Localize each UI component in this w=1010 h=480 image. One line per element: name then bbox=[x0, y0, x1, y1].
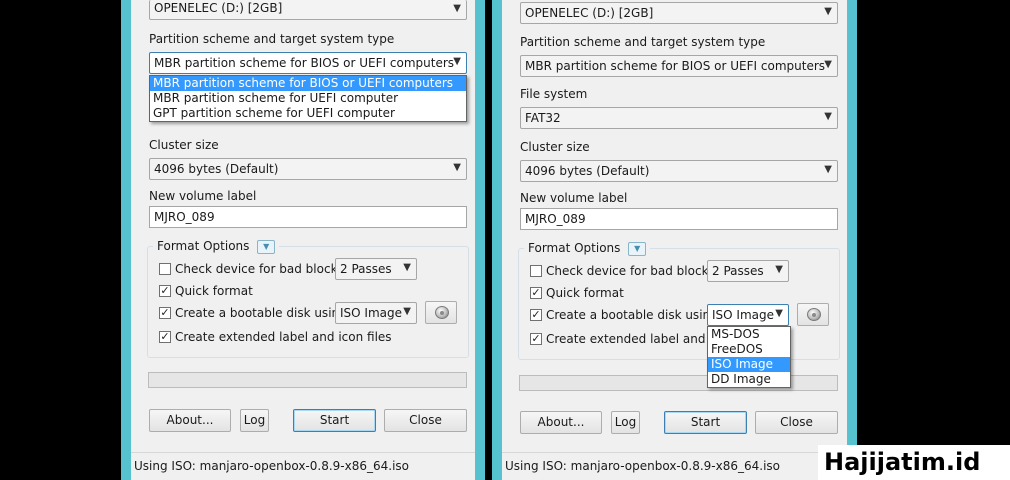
image-type-option[interactable]: MS-DOS bbox=[708, 327, 790, 342]
passes-value: 2 Passes bbox=[340, 262, 392, 276]
expand-toggle-icon[interactable]: ▼ bbox=[257, 239, 276, 254]
cluster-size-value: 4096 bytes (Default) bbox=[525, 164, 650, 178]
chevron-down-icon: ▼ bbox=[824, 111, 832, 122]
passes-select[interactable]: 2 Passes ▼ bbox=[335, 258, 417, 280]
partition-scheme-dropdown: MBR partition scheme for BIOS or UEFI co… bbox=[149, 75, 467, 122]
extended-label-label: Create extended label and icon files bbox=[175, 330, 392, 344]
select-image-button[interactable] bbox=[425, 301, 457, 324]
partition-scheme-select[interactable]: MBR partition scheme for BIOS or UEFI co… bbox=[149, 52, 467, 74]
chevron-down-icon: ▼ bbox=[824, 164, 832, 175]
cluster-size-select[interactable]: 4096 bytes (Default) ▼ bbox=[520, 160, 838, 182]
chevron-down-icon: ▼ bbox=[453, 56, 461, 67]
bad-blocks-checkbox[interactable] bbox=[530, 265, 542, 277]
device-select[interactable]: OPENELEC (D:) [2GB] ▼ bbox=[149, 0, 467, 20]
partition-scheme-value: MBR partition scheme for BIOS or UEFI co… bbox=[525, 59, 826, 73]
rufus-window-right: OPENELEC (D:) [2GB] ▼ Partition scheme a… bbox=[492, 0, 857, 480]
format-options-title: Format Options ▼ bbox=[153, 239, 280, 254]
partition-option[interactable]: GPT partition scheme for UEFI computer bbox=[150, 106, 466, 121]
partition-option[interactable]: MBR partition scheme for BIOS or UEFI co… bbox=[150, 76, 466, 91]
chevron-down-icon: ▼ bbox=[453, 3, 461, 14]
dialog-client-left: OPENELEC (D:) [2GB] ▼ Partition scheme a… bbox=[131, 0, 475, 480]
volume-label-input[interactable]: MJRO_089 bbox=[520, 208, 838, 230]
start-button[interactable]: Start bbox=[664, 411, 747, 434]
disk-icon bbox=[435, 306, 449, 319]
chevron-down-icon: ▼ bbox=[775, 264, 783, 275]
passes-select[interactable]: 2 Passes ▼ bbox=[707, 260, 789, 282]
cluster-size-label: Cluster size bbox=[149, 138, 219, 152]
quick-format-checkbox[interactable]: ✓ bbox=[159, 285, 171, 297]
file-system-value: FAT32 bbox=[525, 111, 561, 125]
image-type-select[interactable]: ISO Image ▼ bbox=[335, 302, 417, 324]
partition-scheme-label: Partition scheme and target system type bbox=[520, 35, 766, 49]
status-text: Using ISO: manjaro-openbox-0.8.9-x86_64.… bbox=[134, 459, 409, 473]
about-button[interactable]: About... bbox=[520, 411, 602, 434]
cluster-size-select[interactable]: 4096 bytes (Default) ▼ bbox=[149, 158, 467, 180]
close-button[interactable]: Close bbox=[384, 409, 467, 432]
device-select-value: OPENELEC (D:) [2GB] bbox=[525, 6, 654, 20]
device-select[interactable]: OPENELEC (D:) [2GB] ▼ bbox=[520, 2, 838, 24]
passes-value: 2 Passes bbox=[712, 264, 764, 278]
close-button[interactable]: Close bbox=[755, 411, 838, 434]
cluster-size-value: 4096 bytes (Default) bbox=[154, 162, 279, 176]
dialog-client-right: OPENELEC (D:) [2GB] ▼ Partition scheme a… bbox=[502, 0, 847, 480]
log-button[interactable]: Log bbox=[611, 411, 640, 434]
chevron-down-icon: ▼ bbox=[824, 6, 832, 17]
select-image-button[interactable] bbox=[797, 303, 829, 326]
about-button[interactable]: About... bbox=[149, 409, 231, 432]
watermark: Hajijatim.id bbox=[818, 445, 1010, 480]
bootable-checkbox[interactable]: ✓ bbox=[159, 307, 171, 319]
volume-label-label: New volume label bbox=[149, 189, 257, 203]
file-system-label: File system bbox=[520, 87, 588, 101]
bootable-checkbox[interactable]: ✓ bbox=[530, 309, 542, 321]
image-type-option[interactable]: FreeDOS bbox=[708, 342, 790, 357]
volume-label-label: New volume label bbox=[520, 191, 628, 205]
image-type-select[interactable]: ISO Image ▼ bbox=[707, 304, 789, 326]
partition-scheme-label: Partition scheme and target system type bbox=[149, 32, 395, 46]
partition-scheme-select[interactable]: MBR partition scheme for BIOS or UEFI co… bbox=[520, 55, 838, 77]
volume-label-input[interactable]: MJRO_089 bbox=[149, 206, 467, 228]
bad-blocks-label: Check device for bad blocks bbox=[546, 264, 715, 278]
image-type-value: ISO Image bbox=[340, 306, 402, 320]
bad-blocks-label: Check device for bad blocks bbox=[175, 262, 344, 276]
quick-format-label: Quick format bbox=[546, 286, 624, 300]
chevron-down-icon: ▼ bbox=[403, 306, 411, 317]
image-type-option[interactable]: ISO Image bbox=[708, 357, 790, 372]
status-text: Using ISO: manjaro-openbox-0.8.9-x86_64.… bbox=[505, 459, 780, 473]
chevron-down-icon: ▼ bbox=[824, 59, 832, 70]
extended-label-label: Create extended label and ico bbox=[546, 332, 727, 346]
partition-scheme-value: MBR partition scheme for BIOS or UEFI co… bbox=[154, 56, 455, 70]
extended-label-checkbox[interactable]: ✓ bbox=[530, 333, 542, 345]
quick-format-checkbox[interactable]: ✓ bbox=[530, 287, 542, 299]
image-type-value: ISO Image bbox=[712, 308, 774, 322]
status-bar: Using ISO: manjaro-openbox-0.8.9-x86_64.… bbox=[131, 452, 475, 480]
extended-label-checkbox[interactable]: ✓ bbox=[159, 331, 171, 343]
image-type-dropdown: MS-DOS FreeDOS ISO Image DD Image bbox=[707, 326, 791, 388]
bootable-label: Create a bootable disk using bbox=[175, 306, 347, 320]
format-options-title: Format Options ▼ bbox=[524, 241, 651, 256]
status-bar: Using ISO: manjaro-openbox-0.8.9-x86_64.… bbox=[502, 452, 847, 480]
file-system-select[interactable]: FAT32 ▼ bbox=[520, 107, 838, 129]
chevron-down-icon: ▼ bbox=[453, 162, 461, 173]
log-button[interactable]: Log bbox=[240, 409, 269, 432]
quick-format-label: Quick format bbox=[175, 284, 253, 298]
device-select-value: OPENELEC (D:) [2GB] bbox=[154, 1, 283, 15]
format-options-label: Format Options bbox=[528, 241, 621, 255]
chevron-down-icon: ▼ bbox=[403, 262, 411, 273]
bootable-label: Create a bootable disk using bbox=[546, 308, 718, 322]
format-options-label: Format Options bbox=[157, 239, 250, 253]
chevron-down-icon: ▼ bbox=[775, 308, 783, 319]
rufus-window-left: OPENELEC (D:) [2GB] ▼ Partition scheme a… bbox=[121, 0, 485, 480]
start-button[interactable]: Start bbox=[293, 409, 376, 432]
image-type-option[interactable]: DD Image bbox=[708, 372, 790, 387]
disk-icon bbox=[807, 308, 821, 321]
partition-option[interactable]: MBR partition scheme for UEFI computer bbox=[150, 91, 466, 106]
cluster-size-label: Cluster size bbox=[520, 140, 590, 154]
expand-toggle-icon[interactable]: ▼ bbox=[628, 241, 647, 256]
bad-blocks-checkbox[interactable] bbox=[159, 263, 171, 275]
progress-bar bbox=[148, 372, 467, 388]
